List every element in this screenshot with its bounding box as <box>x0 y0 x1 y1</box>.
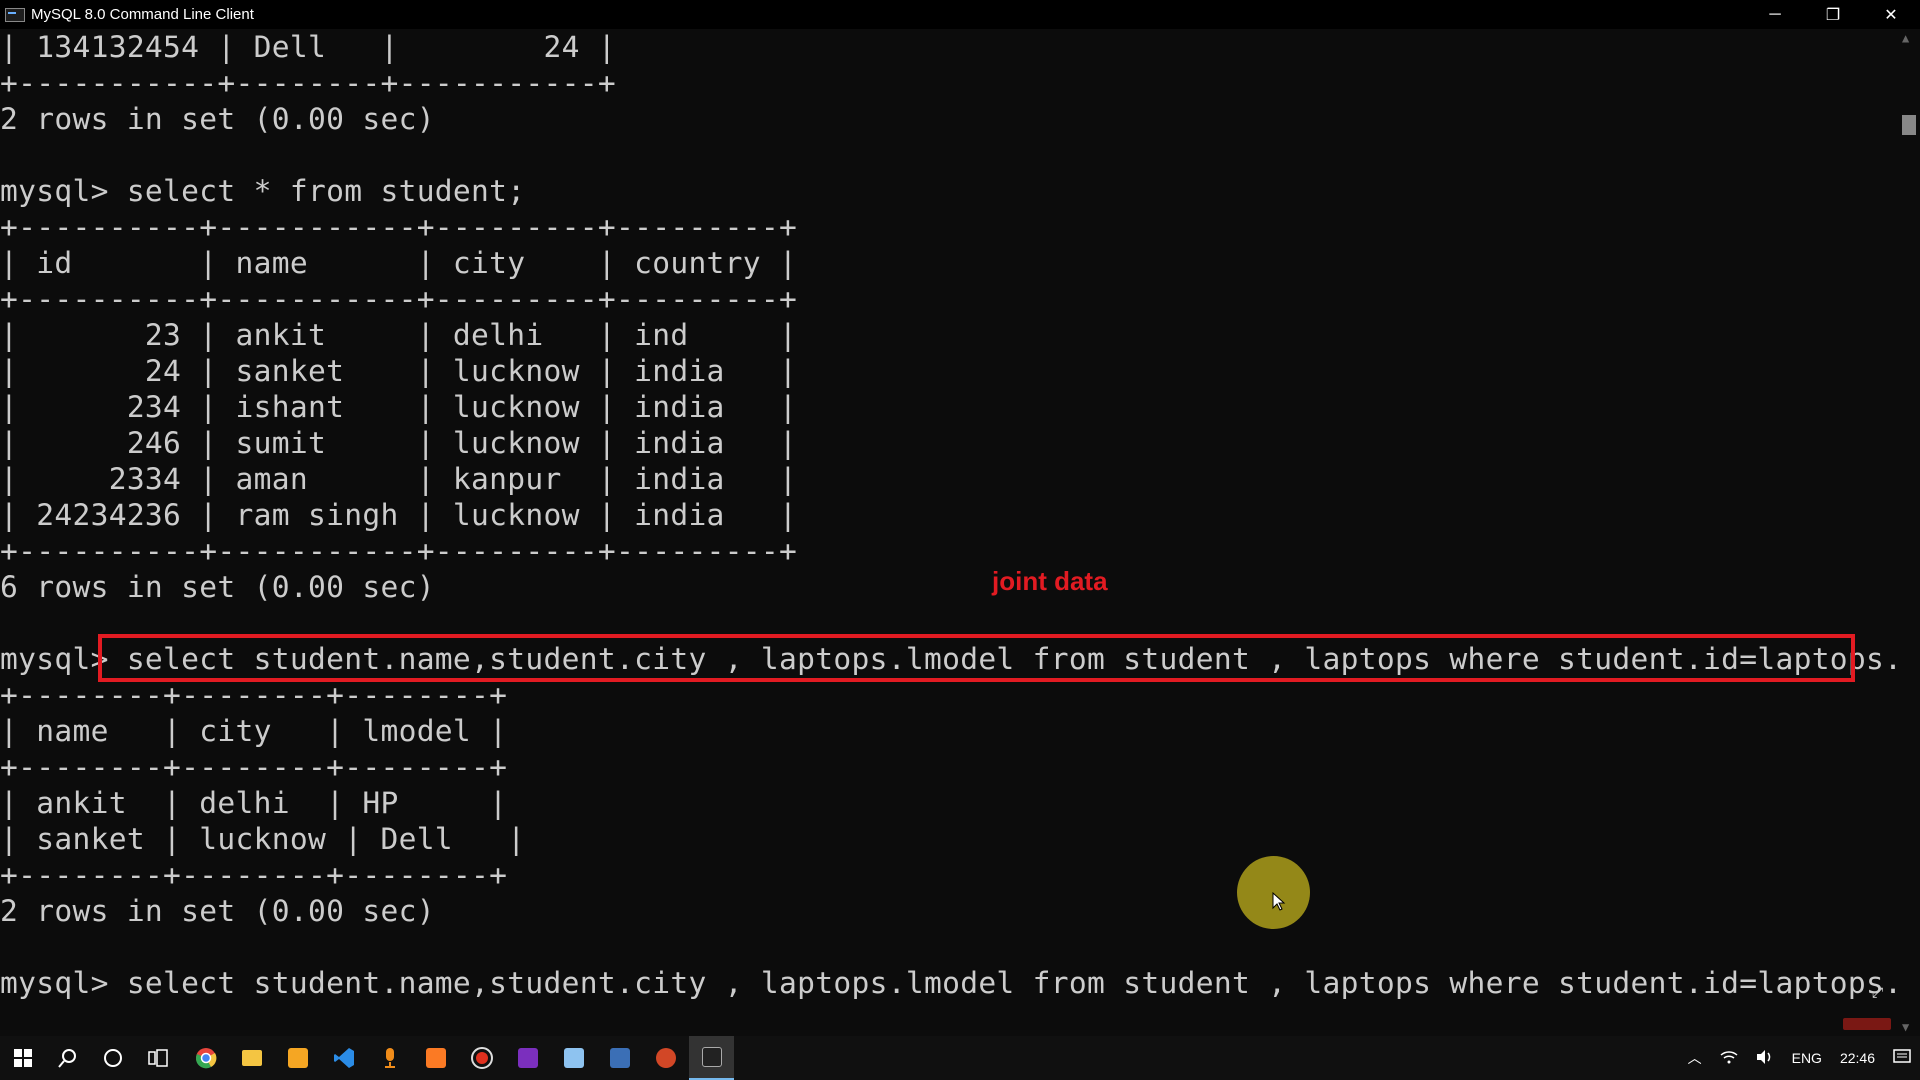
mouse-pointer-icon <box>1272 892 1286 911</box>
annotation-label: joint data <box>992 566 1108 596</box>
mysql-workbench-icon[interactable] <box>597 1036 642 1080</box>
terminal-line: | name | city | lmodel | <box>0 714 508 748</box>
minimize-button[interactable]: ─ <box>1746 0 1804 29</box>
terminal-line: +----------+-----------+---------+------… <box>0 210 798 244</box>
terminal-line: | 24 | sanket | lucknow | india | <box>0 354 798 388</box>
scroll-up-arrow-icon[interactable]: ▲ <box>1902 31 1909 45</box>
terminal-line: | 2334 | aman | kanpur | india | <box>0 462 798 496</box>
language-indicator[interactable]: ENG <box>1783 1050 1831 1066</box>
microphone-app-icon[interactable] <box>367 1036 412 1080</box>
file-explorer-icon[interactable] <box>229 1036 274 1080</box>
terminal-line: +--------+--------+--------+ <box>0 678 508 712</box>
scroll-thumb[interactable] <box>1902 115 1916 135</box>
chrome-icon[interactable] <box>183 1036 228 1080</box>
vscode-icon[interactable] <box>321 1036 366 1080</box>
clock[interactable]: 22:46 <box>1831 1050 1884 1066</box>
terminal-line: mysql> select student.name,student.city … <box>0 966 1898 1000</box>
window-title: MySQL 8.0 Command Line Client <box>31 6 254 23</box>
record-icon[interactable] <box>459 1036 504 1080</box>
powerpoint-icon[interactable] <box>643 1036 688 1080</box>
terminal-line: mysql> select * from student; <box>0 174 526 208</box>
wifi-icon[interactable] <box>1711 1049 1747 1068</box>
editor-icon[interactable] <box>551 1036 596 1080</box>
terminal-line: | 234 | ishant | lucknow | india | <box>0 390 798 424</box>
system-tray: ︿ ENG 22:46 <box>1679 1036 1920 1080</box>
terminal-output[interactable]: | 134132454 | Dell | 24 | +-----------+-… <box>0 29 1898 1036</box>
chevron-up-icon[interactable]: ︿ <box>1679 1048 1711 1068</box>
taskbar: ︿ ENG 22:46 <box>0 1036 1920 1080</box>
terminal-line: | sanket | lucknow | Dell | <box>0 822 526 856</box>
terminal-line: | ankit | delhi | HP | <box>0 786 508 820</box>
terminal-line: | id | name | city | country | <box>0 246 798 280</box>
notification-icon[interactable] <box>1884 1048 1920 1068</box>
terminal-line: 6 rows in set (0.00 sec) <box>0 570 435 604</box>
terminal-line: +----------+-----------+---------+------… <box>0 282 798 316</box>
terminal-line: | 246 | sumit | lucknow | india | <box>0 426 798 460</box>
query-highlight-box <box>98 634 1855 682</box>
terminal-line: +--------+--------+--------+ <box>0 858 508 892</box>
title-bar: MySQL 8.0 Command Line Client ─ ❐ ✕ <box>0 0 1920 29</box>
subscribe-badge <box>1843 1018 1891 1030</box>
expand-icon: ⤢ <box>1872 985 1884 1001</box>
vertical-scrollbar[interactable]: ▲ ▼ <box>1898 29 1920 1036</box>
terminal-line: 2 rows in set (0.00 sec) <box>0 102 435 136</box>
onenote-icon[interactable] <box>505 1036 550 1080</box>
search-icon[interactable] <box>45 1036 90 1080</box>
terminal-line: | 134132454 | Dell | 24 | <box>0 30 616 64</box>
speaker-icon[interactable] <box>1747 1049 1783 1068</box>
terminal-app-icon <box>5 7 25 22</box>
terminal-line: | 23 | ankit | delhi | ind | <box>0 318 798 352</box>
restore-button[interactable]: ❐ <box>1804 0 1862 29</box>
task-view-icon[interactable] <box>135 1036 180 1080</box>
terminal-line: 2 rows in set (0.00 sec) <box>0 894 435 928</box>
scroll-down-arrow-icon[interactable]: ▼ <box>1902 1020 1909 1034</box>
terminal-line: +-----------+--------+-----------+ <box>0 66 616 100</box>
cortana-icon[interactable] <box>90 1036 135 1080</box>
mysql-cli-icon[interactable] <box>689 1036 734 1080</box>
close-button[interactable]: ✕ <box>1862 0 1920 29</box>
terminal-line: +--------+--------+--------+ <box>0 750 508 784</box>
terminal-line: | 24234236 | ram singh | lucknow | india… <box>0 498 798 532</box>
sublime-text-icon[interactable] <box>275 1036 320 1080</box>
xampp-icon[interactable] <box>413 1036 458 1080</box>
terminal-line: +----------+-----------+---------+------… <box>0 534 798 568</box>
windows-start-icon[interactable] <box>0 1036 45 1080</box>
